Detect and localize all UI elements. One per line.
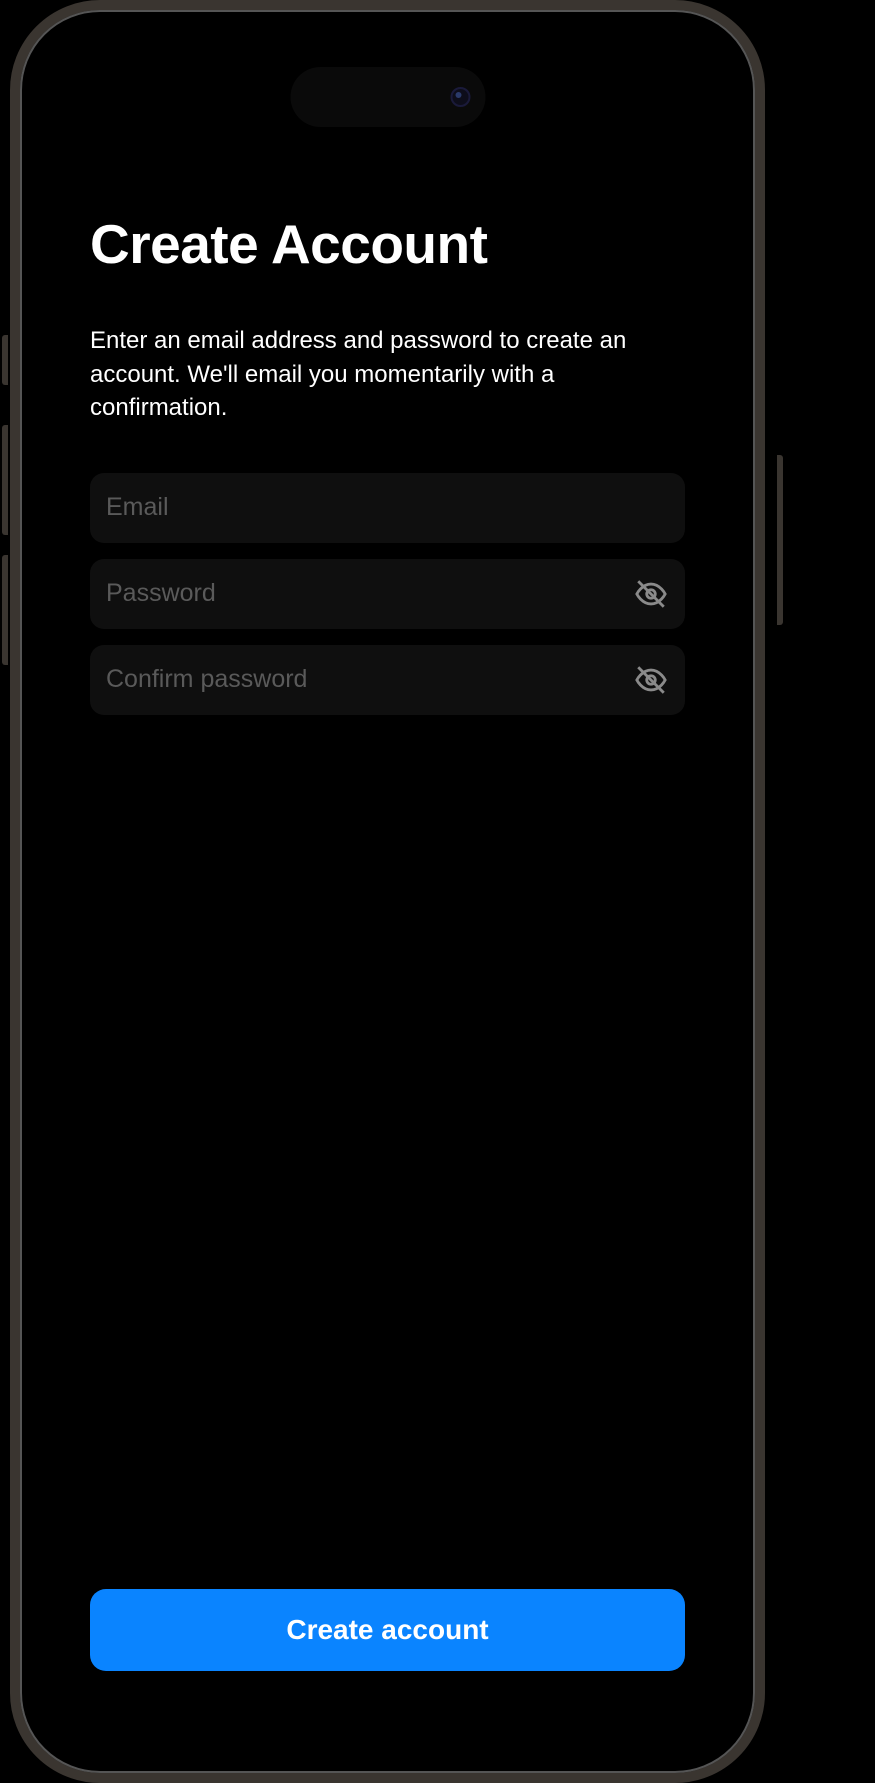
screen-content: Create Account Enter an email address an… — [52, 42, 723, 1741]
silence-switch — [2, 335, 8, 385]
spacer — [90, 715, 685, 1589]
create-account-button[interactable]: Create account — [90, 1589, 685, 1671]
phone-frame-inner: Create Account Enter an email address an… — [20, 10, 755, 1773]
eye-slash-icon — [634, 577, 668, 611]
password-field-wrapper — [90, 559, 685, 629]
password-field[interactable] — [106, 579, 633, 608]
volume-up-button — [2, 425, 8, 535]
toggle-confirm-password-visibility-button[interactable] — [633, 662, 669, 698]
power-button — [777, 455, 783, 625]
email-field-wrapper — [90, 473, 685, 543]
email-field[interactable] — [106, 493, 669, 522]
confirm-password-field[interactable] — [106, 665, 633, 694]
form-fields — [90, 473, 685, 715]
page-subtitle: Enter an email address and password to c… — [90, 324, 685, 425]
phone-frame: Create Account Enter an email address an… — [10, 0, 765, 1783]
toggle-password-visibility-button[interactable] — [633, 576, 669, 612]
volume-down-button — [2, 555, 8, 665]
page-title: Create Account — [90, 212, 685, 276]
confirm-password-field-wrapper — [90, 645, 685, 715]
eye-slash-icon — [634, 663, 668, 697]
